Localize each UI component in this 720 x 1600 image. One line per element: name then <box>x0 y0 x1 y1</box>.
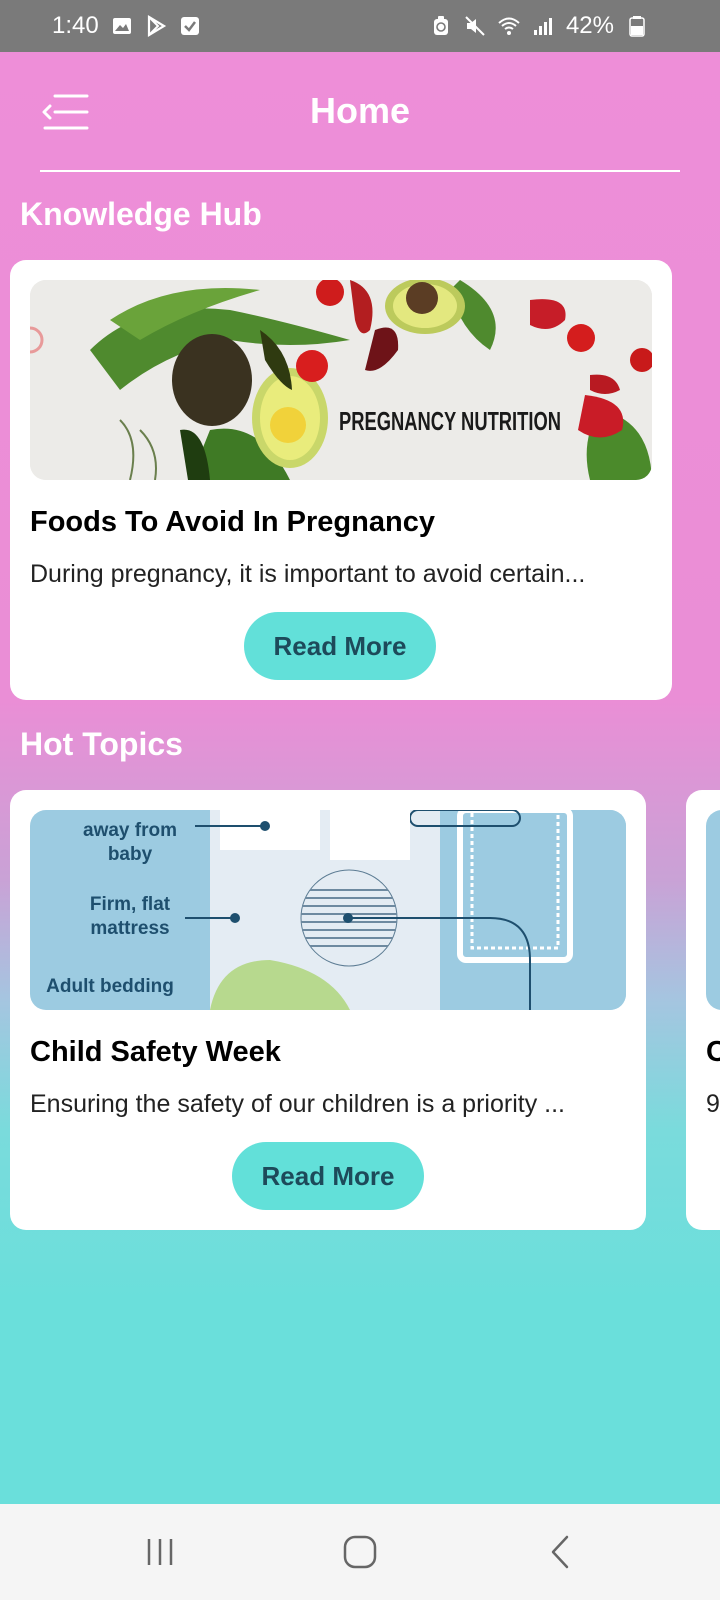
status-left: 1:40 <box>52 12 201 40</box>
recent-apps-icon <box>147 1539 173 1565</box>
play-store-icon <box>145 15 167 37</box>
recycle-icon <box>430 15 452 37</box>
image-label-away-from: away from <box>83 820 177 841</box>
back-icon <box>551 1535 569 1569</box>
home-icon <box>343 1535 377 1569</box>
status-bar: 1:40 42% <box>0 0 720 52</box>
hot-topic-card[interactable]: away from baby Firm, flat mattress Adult… <box>10 790 646 1230</box>
read-more-button[interactable]: Read More <box>244 612 436 680</box>
child-safety-image: away from baby Firm, flat mattress Adult… <box>30 810 626 1010</box>
read-more-button[interactable]: Read More <box>232 1142 424 1210</box>
hot-topic-card-next[interactable]: C 9 <box>686 790 720 1230</box>
mute-icon <box>464 15 486 37</box>
wifi-icon <box>498 15 520 37</box>
check-box-icon <box>179 15 201 37</box>
back-button[interactable] <box>530 1522 590 1582</box>
next-card-description: 9 <box>706 1090 720 1118</box>
status-time: 1:40 <box>52 12 99 39</box>
header-divider <box>40 170 680 172</box>
pregnancy-nutrition-image: PREGNANCY NUTRITION <box>30 280 652 480</box>
app-header: Home <box>0 52 720 172</box>
knowledge-hub-title: Knowledge Hub <box>20 196 262 232</box>
page-title: Home <box>309 90 411 131</box>
signal-icon <box>532 15 554 37</box>
card-title: Child Safety Week <box>30 1036 281 1068</box>
image-label-baby: baby <box>108 844 153 865</box>
battery-percent: 42% <box>565 12 614 39</box>
next-card-title: C <box>706 1036 720 1068</box>
next-card-image <box>706 810 720 1010</box>
image-label-adult-bedding: Adult bedding <box>46 976 174 997</box>
gallery-icon <box>111 15 133 37</box>
image-label-firm-flat: Firm, flat <box>90 894 171 915</box>
battery-icon <box>626 15 648 37</box>
card-description: During pregnancy, it is important to avo… <box>30 560 586 588</box>
system-nav-bar <box>0 1504 720 1600</box>
status-right: 42% <box>430 12 648 40</box>
hot-topics-title: Hot Topics <box>20 726 183 762</box>
image-label-mattress: mattress <box>90 918 169 939</box>
knowledge-card[interactable]: PREGNANCY NUTRITION Foods To Avoid In Pr… <box>10 260 672 700</box>
card-title: Foods To Avoid In Pregnancy <box>30 506 435 538</box>
card-description: Ensuring the safety of our children is a… <box>30 1090 565 1118</box>
image-caption: PREGNANCY NUTRITION <box>339 406 561 436</box>
recent-apps-button[interactable] <box>130 1522 190 1582</box>
home-button[interactable] <box>330 1522 390 1582</box>
